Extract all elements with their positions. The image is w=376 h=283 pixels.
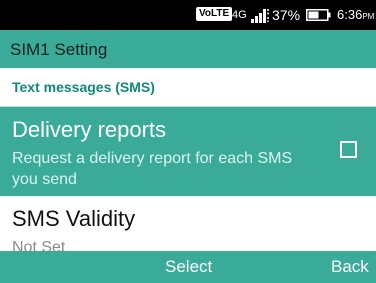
select-softkey[interactable]: Select [165,256,212,278]
sms-validity-item[interactable]: SMS Validity Not Set [0,196,376,251]
back-softkey[interactable]: Back [331,256,369,278]
section-title: Text messages (SMS) [12,79,155,95]
delivery-reports-description: Request a delivery report for each SMS y… [12,150,293,188]
section-header: Text messages (SMS) [0,68,376,107]
signal-icon [251,9,269,23]
page-title: SIM1 Setting [10,40,108,59]
sms-validity-value: Not Set [12,239,66,251]
sms-validity-title: SMS Validity [12,206,136,231]
status-bar: VoLTE 4G 37% 6:36PM [0,0,376,30]
title-bar: SIM1 Setting [0,30,376,68]
volte-badge: VoLTE [196,7,233,21]
softkey-bar: Select Back [0,251,376,283]
battery-percent: 37% [272,7,301,23]
delivery-reports-item[interactable]: Delivery reports Request a delivery repo… [0,107,376,196]
battery-icon [306,9,331,21]
clock: 6:36PM [337,7,375,22]
network-type: 4G [232,9,247,21]
delivery-reports-checkbox[interactable] [340,141,357,158]
delivery-reports-title: Delivery reports [12,117,167,142]
